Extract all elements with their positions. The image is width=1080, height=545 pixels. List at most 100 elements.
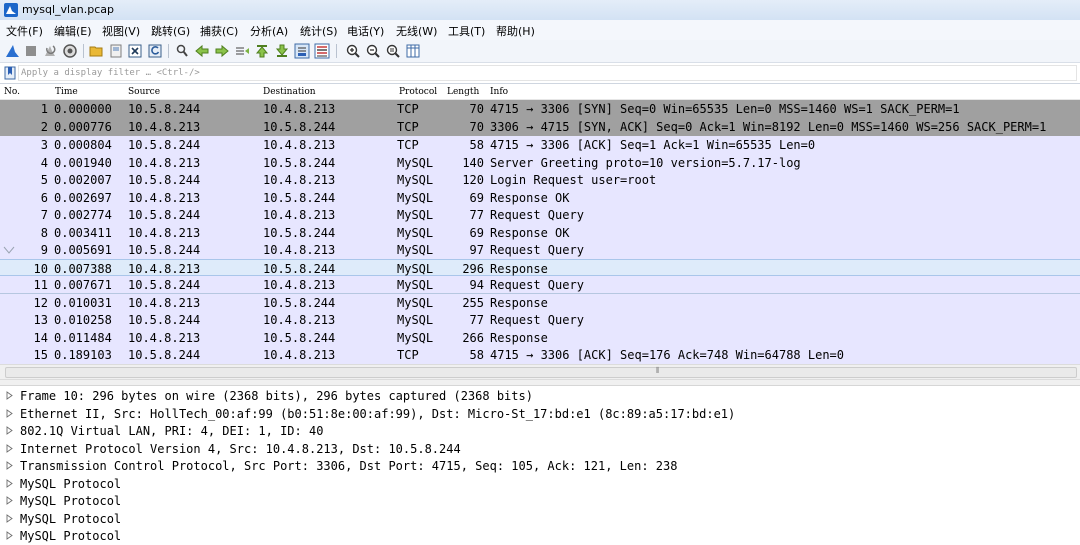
menu-help[interactable]: 帮助(H) xyxy=(496,23,535,39)
expand-arrow-icon[interactable] xyxy=(6,461,14,470)
menu-capture[interactable]: 捕获(C) xyxy=(200,23,238,39)
column-header-info[interactable]: Info xyxy=(490,87,508,97)
detail-tree-label: MySQL Protocol xyxy=(20,476,122,491)
restart-icon[interactable] xyxy=(42,43,58,59)
packet-info: Response OK xyxy=(490,225,570,240)
go-back-icon[interactable] xyxy=(194,43,210,59)
packet-row[interactable]: 3 0.000804 10.5.8.244 10.4.8.213 TCP 58 … xyxy=(0,136,1080,154)
column-header-destination[interactable]: Destination xyxy=(263,87,316,97)
column-header-protocol[interactable]: Protocol xyxy=(399,87,437,97)
menu-statistics[interactable]: 统计(S) xyxy=(300,23,338,39)
main-toolbar xyxy=(0,40,1080,63)
title-bar: mysql_vlan.pcap xyxy=(0,0,1080,20)
column-header-no[interactable]: No. xyxy=(4,87,20,97)
packet-time: 0.007388 xyxy=(54,261,112,276)
find-packet-icon[interactable] xyxy=(174,43,190,59)
packet-source: 10.5.8.244 xyxy=(128,348,201,362)
packet-row[interactable]: 14 0.011484 10.4.8.213 10.5.8.244 MySQL … xyxy=(0,328,1080,346)
packet-list-header: No. Time Source Destination Protocol Len… xyxy=(0,86,1080,100)
menu-edit[interactable]: 编辑(E) xyxy=(54,23,92,39)
packet-row[interactable]: 12 0.010031 10.4.8.213 10.5.8.244 MySQL … xyxy=(0,293,1080,311)
packet-time: 0.010258 xyxy=(54,313,112,327)
packet-row[interactable]: 11 0.007671 10.5.8.244 10.4.8.213 MySQL … xyxy=(0,276,1080,294)
capture-options-icon[interactable] xyxy=(62,43,78,59)
colorize-icon[interactable] xyxy=(314,43,330,59)
packet-row[interactable]: 6 0.002697 10.4.8.213 10.5.8.244 MySQL 6… xyxy=(0,188,1080,206)
packet-no: 8 xyxy=(40,225,48,240)
expand-arrow-icon[interactable] xyxy=(6,496,14,505)
go-to-packet-icon[interactable] xyxy=(234,43,250,59)
expand-arrow-icon[interactable] xyxy=(6,531,14,540)
packet-destination: 10.4.8.213 xyxy=(263,173,336,187)
detail-tree-item[interactable]: Internet Protocol Version 4, Src: 10.4.8… xyxy=(0,440,1080,458)
expand-arrow-icon[interactable] xyxy=(6,443,14,453)
expand-arrow-icon[interactable] xyxy=(6,426,14,435)
display-filter-input[interactable] xyxy=(18,65,1077,81)
detail-tree-item[interactable]: MySQL Protocol xyxy=(0,510,1080,528)
menu-file[interactable]: 文件(F) xyxy=(6,23,43,39)
go-first-icon[interactable] xyxy=(254,43,270,59)
filter-bookmark-icon[interactable] xyxy=(4,66,16,80)
detail-tree-item[interactable]: MySQL Protocol xyxy=(0,527,1080,545)
detail-tree-label: MySQL Protocol xyxy=(20,511,122,526)
packet-length: 120 xyxy=(462,173,484,187)
open-folder-icon[interactable] xyxy=(88,43,104,59)
packet-row[interactable]: 5 0.002007 10.5.8.244 10.4.8.213 MySQL 1… xyxy=(0,171,1080,189)
packet-row[interactable]: 1 0.000000 10.5.8.244 10.4.8.213 TCP 70 … xyxy=(0,100,1080,118)
expand-arrow-icon[interactable] xyxy=(6,408,14,418)
packet-destination: 10.5.8.244 xyxy=(263,261,336,276)
menu-view[interactable]: 视图(V) xyxy=(102,23,140,39)
save-file-icon[interactable] xyxy=(108,43,124,59)
packet-row[interactable]: 15 0.189103 10.5.8.244 10.4.8.213 TCP 58… xyxy=(0,346,1080,364)
packet-length: 58 xyxy=(469,348,484,362)
packet-protocol: MySQL xyxy=(397,225,434,240)
packet-row[interactable]: 13 0.010258 10.5.8.244 10.4.8.213 MySQL … xyxy=(0,311,1080,329)
detail-tree-item[interactable]: MySQL Protocol xyxy=(0,492,1080,510)
column-header-source[interactable]: Source xyxy=(128,87,160,97)
packet-row[interactable]: 9 0.005691 10.5.8.244 10.4.8.213 MySQL 9… xyxy=(0,241,1080,259)
expand-arrow-icon[interactable] xyxy=(6,513,14,523)
packet-info: 3306 → 4715 [SYN, ACK] Seq=0 Ack=1 Win=8… xyxy=(490,120,1047,134)
scrollbar-thumb[interactable] xyxy=(5,367,1077,378)
detail-tree-item[interactable]: Ethernet II, Src: HollTech_00:af:99 (b0:… xyxy=(0,405,1080,423)
menu-telephony[interactable]: 电话(Y) xyxy=(347,23,384,39)
go-last-icon[interactable] xyxy=(274,43,290,59)
menu-go[interactable]: 跳转(G) xyxy=(151,23,190,39)
packet-info: Response xyxy=(490,295,548,310)
expand-arrow-icon[interactable] xyxy=(6,391,14,400)
detail-tree-item[interactable]: 802.1Q Virtual LAN, PRI: 4, DEI: 1, ID: … xyxy=(0,422,1080,440)
detail-tree-item[interactable]: MySQL Protocol xyxy=(0,475,1080,493)
menu-analyze[interactable]: 分析(A) xyxy=(250,23,288,39)
shark-fin-start-icon[interactable] xyxy=(4,43,20,59)
detail-tree-item[interactable]: Transmission Control Protocol, Src Port:… xyxy=(0,457,1080,475)
packet-time: 0.011484 xyxy=(54,330,112,345)
packet-row[interactable]: 8 0.003411 10.4.8.213 10.5.8.244 MySQL 6… xyxy=(0,223,1080,241)
packet-source: 10.4.8.213 xyxy=(128,261,201,276)
resize-columns-icon[interactable] xyxy=(405,43,421,59)
packet-info: Response xyxy=(490,261,548,276)
close-file-icon[interactable] xyxy=(127,43,143,59)
menu-wireless[interactable]: 无线(W) xyxy=(396,23,437,39)
detail-tree-item[interactable]: Frame 10: 296 bytes on wire (2368 bits),… xyxy=(0,387,1080,405)
packet-time: 0.000804 xyxy=(54,138,112,152)
go-forward-icon[interactable] xyxy=(214,43,230,59)
stop-icon[interactable] xyxy=(23,43,39,59)
packet-list-horizontal-scrollbar[interactable]: ⦀ xyxy=(0,364,1080,380)
autoscroll-icon[interactable] xyxy=(294,43,310,59)
packet-row[interactable]: 7 0.002774 10.5.8.244 10.4.8.213 MySQL 7… xyxy=(0,206,1080,224)
expand-arrow-icon[interactable] xyxy=(6,478,14,488)
packet-no: 11 xyxy=(33,278,48,292)
zoom-out-icon[interactable] xyxy=(365,43,381,59)
packet-time: 0.003411 xyxy=(54,225,112,240)
scrollbar-grip-icon: ⦀ xyxy=(656,366,660,375)
packet-info: Response OK xyxy=(490,190,570,205)
column-header-length[interactable]: Length xyxy=(447,87,479,97)
packet-row[interactable]: 4 0.001940 10.4.8.213 10.5.8.244 MySQL 1… xyxy=(0,153,1080,171)
column-header-time[interactable]: Time xyxy=(55,87,78,97)
packet-row-selected[interactable]: 10 0.007388 10.4.8.213 10.5.8.244 MySQL … xyxy=(0,258,1080,276)
reload-icon[interactable] xyxy=(147,43,163,59)
zoom-in-icon[interactable] xyxy=(345,43,361,59)
menu-tools[interactable]: 工具(T) xyxy=(448,23,485,39)
zoom-normal-icon[interactable] xyxy=(385,43,401,59)
packet-row[interactable]: 2 0.000776 10.4.8.213 10.5.8.244 TCP 70 … xyxy=(0,118,1080,136)
